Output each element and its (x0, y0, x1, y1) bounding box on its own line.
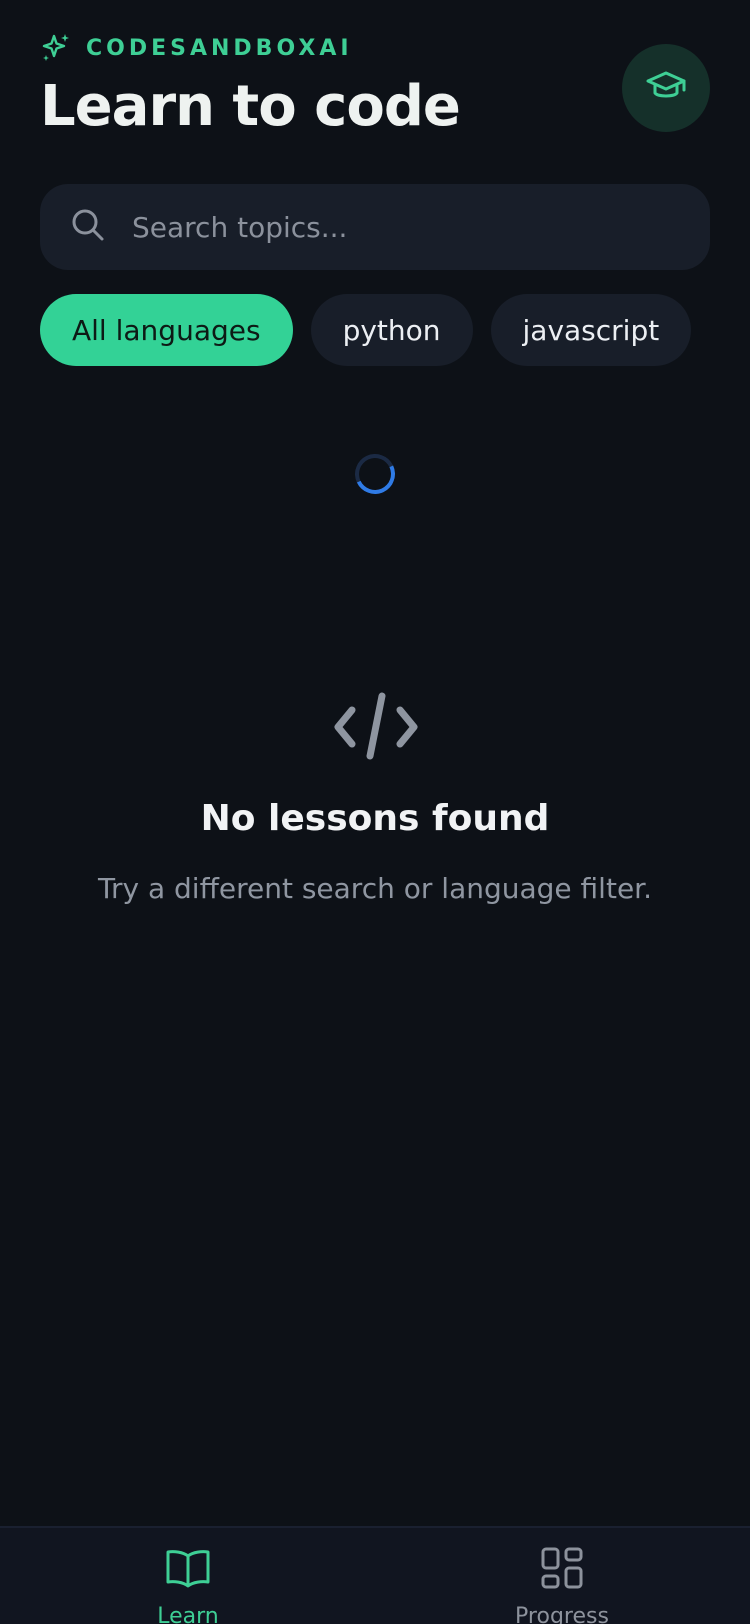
search-bar[interactable] (40, 184, 710, 270)
grid-icon (538, 1544, 586, 1596)
nav-label-progress: Progress (515, 1604, 609, 1624)
empty-state-subtitle: Try a different search or language filte… (97, 872, 653, 905)
search-input[interactable] (132, 210, 652, 244)
chip-python[interactable]: python (310, 294, 473, 366)
profile-button[interactable] (622, 44, 710, 132)
brand-name: CODESANDBOXAI (86, 35, 353, 61)
empty-state-title: No lessons found (200, 798, 550, 839)
page-title: Learn to code (40, 74, 461, 139)
learn-screen: CODESANDBOXAI Learn to code All language… (0, 0, 750, 1624)
chip-javascript[interactable]: javascript (490, 294, 692, 366)
brand: CODESANDBOXAI (40, 32, 353, 64)
nav-label-learn: Learn (157, 1604, 219, 1624)
chip-all-languages[interactable]: All languages (40, 294, 293, 366)
nav-item-progress[interactable]: Progress (472, 1544, 652, 1624)
nav-item-learn[interactable]: Learn (98, 1544, 278, 1624)
book-open-icon (164, 1544, 212, 1596)
loading-spinner (349, 448, 401, 500)
bottom-nav: Learn Progress (0, 1526, 750, 1624)
language-filter: All languages python javascript (40, 294, 692, 366)
sparkles-icon (40, 32, 72, 64)
search-icon (70, 207, 106, 247)
code-icon (334, 692, 418, 764)
graduation-cap-icon (644, 64, 688, 112)
